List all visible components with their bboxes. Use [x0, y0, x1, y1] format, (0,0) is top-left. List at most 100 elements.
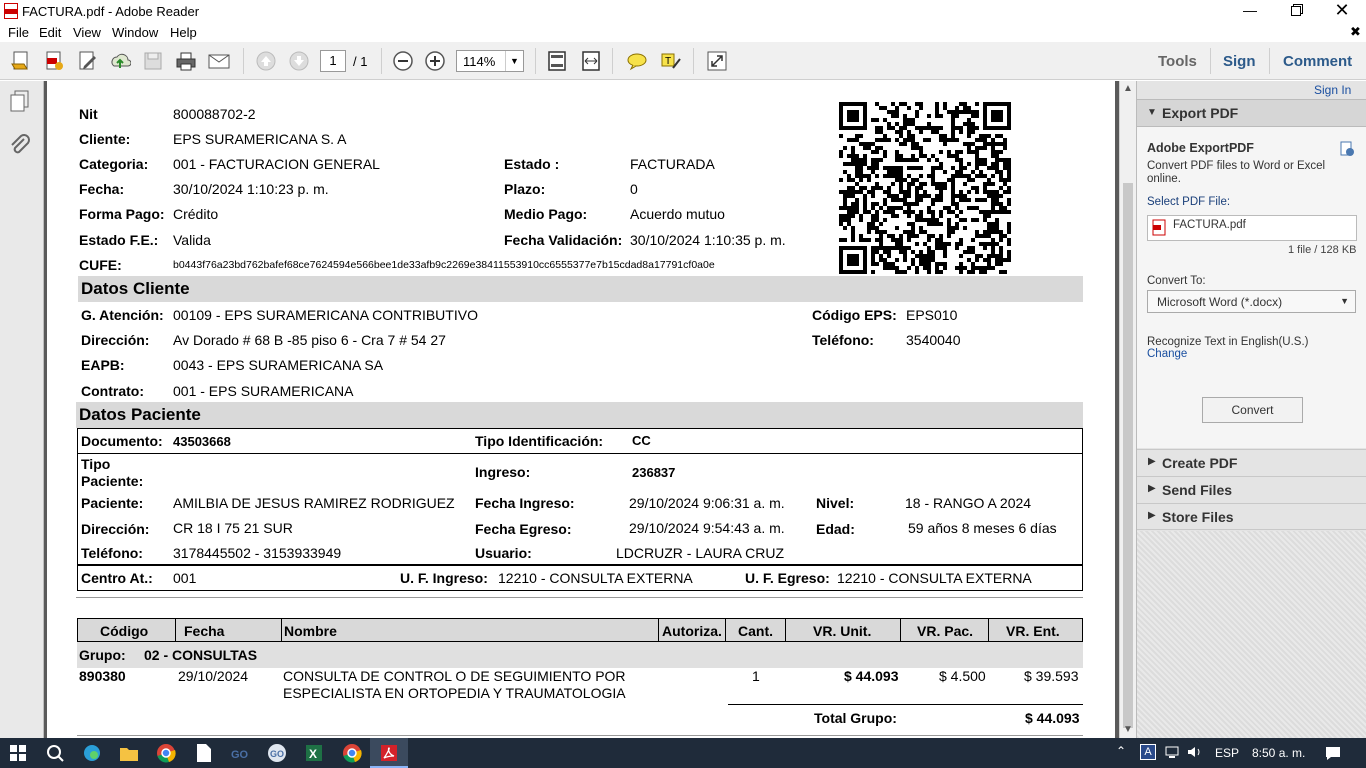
format-select[interactable]: Microsoft Word (*.docx) ▼: [1147, 290, 1356, 313]
menu-file[interactable]: File: [8, 25, 29, 40]
save-icon[interactable]: [139, 47, 167, 75]
export-info-icon: [1339, 141, 1355, 162]
notifications-icon[interactable]: [1325, 745, 1341, 766]
pdf-app-icon: [4, 3, 18, 19]
change-link[interactable]: Change: [1147, 348, 1187, 360]
attachments-icon[interactable]: [8, 133, 32, 162]
tipo-paciente-label-1: Tipo: [81, 456, 111, 472]
chevron-down-icon[interactable]: ▼: [505, 51, 523, 71]
language-indicator[interactable]: ESP: [1215, 746, 1239, 760]
email-icon[interactable]: [205, 47, 233, 75]
comment-icon[interactable]: [623, 47, 651, 75]
collapsed-arrow-icon: ▶: [1148, 510, 1156, 521]
convert-to-label: Convert To:: [1147, 275, 1206, 287]
uf-egreso-label: U. F. Egreso:: [745, 570, 830, 586]
scroll-up-icon[interactable]: ▲: [1123, 83, 1133, 94]
file-explorer-icon[interactable]: [118, 743, 140, 763]
svg-text:X: X: [309, 747, 317, 761]
col-header-codigo: Código: [100, 623, 149, 639]
total-grupo-value: $ 44.093: [1025, 710, 1080, 726]
ingreso-value: 236837: [632, 465, 676, 480]
network-icon[interactable]: [1164, 744, 1180, 765]
highlight-icon[interactable]: T: [656, 47, 684, 75]
col-header-nombre: Nombre: [284, 623, 337, 639]
svg-text:GO: GO: [231, 749, 249, 760]
menu-view[interactable]: View: [73, 25, 101, 40]
close-document-icon[interactable]: ✖: [1350, 24, 1361, 40]
maximize-button[interactable]: [1276, 0, 1316, 22]
upload-icon[interactable]: [106, 47, 134, 75]
menu-window[interactable]: Window: [112, 25, 158, 40]
column-divider: [725, 618, 726, 642]
scroll-thumb[interactable]: [1123, 183, 1133, 728]
codigo-eps-value: EPS010: [906, 307, 958, 323]
zoom-in-icon[interactable]: [421, 47, 449, 75]
clock[interactable]: 8:50 a. m.: [1252, 746, 1305, 760]
tipo-paciente-label-2: Paciente:: [81, 473, 144, 489]
usuario-label: Usuario:: [475, 545, 532, 561]
print-icon[interactable]: [172, 47, 200, 75]
sign-tab[interactable]: Sign: [1223, 53, 1256, 70]
menu-help[interactable]: Help: [170, 25, 197, 40]
fit-page-icon[interactable]: [543, 47, 571, 75]
previous-page-icon[interactable]: [252, 47, 280, 75]
row-cant: 1: [752, 668, 760, 684]
input-indicator-icon[interactable]: A: [1140, 744, 1156, 760]
fecha-validacion-value: 30/10/2024 1:10:35 p. m.: [630, 232, 786, 248]
row-nombre-line1: CONSULTA DE CONTROL O DE SEGUIMIENTO POR: [283, 668, 626, 684]
app-go-icon[interactable]: GO: [229, 743, 251, 763]
edge-icon[interactable]: [81, 743, 103, 763]
excel-icon[interactable]: X: [303, 743, 325, 763]
chrome-icon[interactable]: [155, 743, 177, 763]
search-icon[interactable]: [44, 743, 66, 763]
codigo-eps-label: Código EPS:: [812, 307, 897, 323]
open-icon[interactable]: [7, 47, 35, 75]
fecha-label: Fecha:: [79, 181, 125, 197]
zoom-value: 114%: [463, 54, 496, 69]
volume-icon[interactable]: [1186, 744, 1204, 765]
page-number-input[interactable]: 1: [320, 50, 346, 72]
categoria-label: Categoria:: [79, 156, 149, 172]
forma-pago-value: Crédito: [173, 206, 219, 222]
menu-edit[interactable]: Edit: [39, 25, 61, 40]
chrome-icon-2[interactable]: [341, 743, 363, 763]
zoom-out-icon[interactable]: [389, 47, 417, 75]
next-page-icon[interactable]: [285, 47, 313, 75]
windows-start-icon[interactable]: [7, 743, 29, 763]
export-pdf-title: Export PDF: [1162, 105, 1239, 121]
telefono-cliente-value: 3540040: [906, 332, 961, 348]
vertical-scrollbar[interactable]: ▲ ▼: [1119, 81, 1136, 738]
minimize-button[interactable]: —: [1230, 0, 1270, 22]
tools-tab[interactable]: Tools: [1158, 53, 1197, 70]
create-pdf-icon[interactable]: [40, 47, 68, 75]
convert-button[interactable]: Convert: [1202, 397, 1303, 423]
app-go-circle-icon[interactable]: GO: [266, 743, 288, 763]
file-info: 1 file / 128 KB: [1288, 244, 1357, 256]
document-icon[interactable]: [193, 743, 215, 763]
close-button[interactable]: ✕: [1322, 0, 1362, 22]
divider: [77, 453, 1083, 454]
page-thumbnails-icon[interactable]: [8, 89, 32, 118]
fecha-ingreso-value: 29/10/2024 9:06:31 a. m.: [629, 495, 785, 511]
zoom-select[interactable]: 114% ▼: [456, 50, 524, 72]
divider: [77, 735, 1083, 736]
tools-pane: Sign In ▼ Export PDF Adobe ExportPDF Con…: [1136, 81, 1366, 738]
full-screen-icon[interactable]: [703, 47, 731, 75]
toolbar-separator: [1269, 48, 1270, 74]
window-title: FACTURA.pdf - Adobe Reader: [22, 4, 200, 19]
comment-tab[interactable]: Comment: [1283, 53, 1352, 70]
sign-in-link[interactable]: Sign In: [1314, 83, 1351, 97]
categoria-value: 001 - FACTURACION GENERAL: [173, 156, 380, 172]
fit-width-icon[interactable]: [577, 47, 605, 75]
uf-egreso-value: 12210 - CONSULTA EXTERNA: [837, 570, 1032, 586]
adobe-reader-icon[interactable]: [378, 743, 400, 763]
estado-label: Estado :: [504, 156, 560, 172]
uf-ingreso-value: 12210 - CONSULTA EXTERNA: [498, 570, 693, 586]
scroll-down-icon[interactable]: ▼: [1123, 724, 1133, 735]
chevron-down-icon: ▼: [1340, 296, 1349, 306]
show-hidden-icons[interactable]: ⌃: [1116, 744, 1126, 758]
edit-icon[interactable]: [73, 47, 101, 75]
cufe-value: b0443f76a23bd762bafef68ce7624594e566bee1…: [173, 259, 715, 271]
estado-fe-value: Valida: [173, 232, 211, 248]
plazo-label: Plazo:: [504, 181, 546, 197]
